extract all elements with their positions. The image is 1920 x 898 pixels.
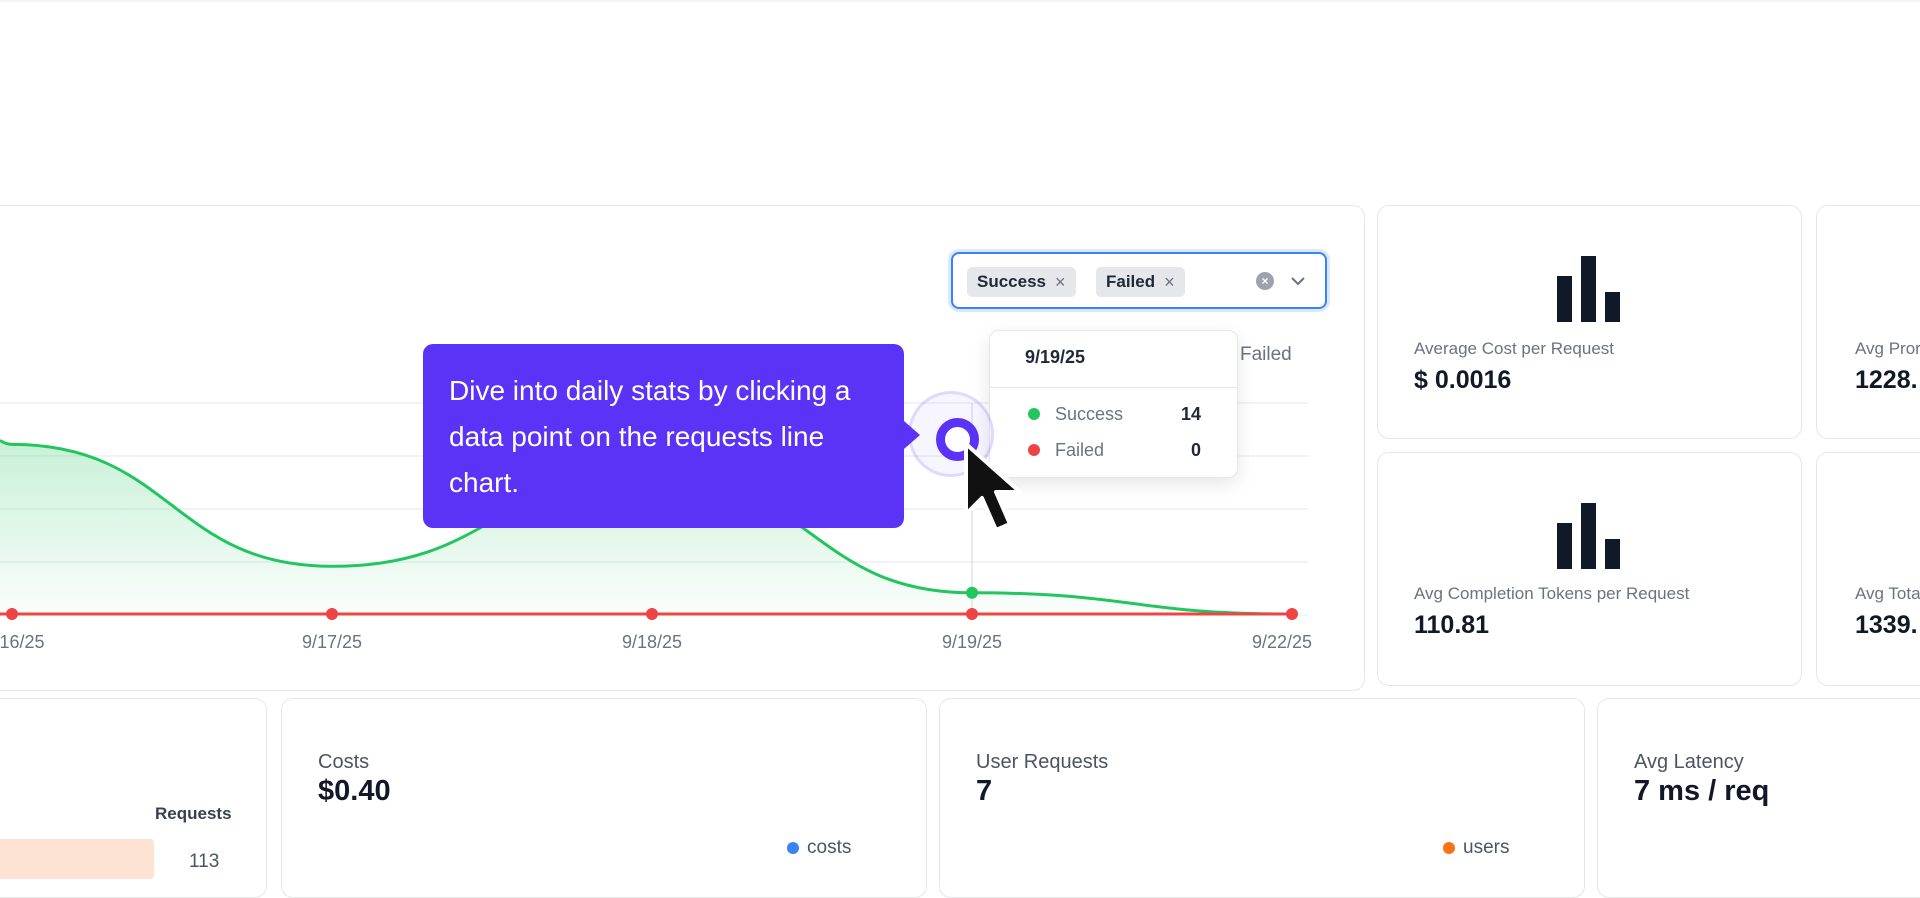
- top-divider: [0, 0, 1920, 2]
- bar-chart-icon: [1557, 256, 1620, 322]
- card-title: User Requests: [976, 751, 1109, 773]
- stat-value: 1339.: [1855, 611, 1918, 639]
- card-title: Costs: [318, 751, 370, 773]
- filter-chip-label: Success: [977, 272, 1046, 291]
- tooltip-row-success: Success 14: [1028, 402, 1201, 426]
- stat-value: 1228.: [1855, 366, 1918, 394]
- stat-label: Avg Completion Tokens per Request: [1414, 584, 1690, 603]
- stat-value: $ 0.0016: [1414, 366, 1512, 394]
- x-axis-tick-label: 9/17/25: [302, 632, 362, 652]
- card-value: 7: [976, 775, 993, 807]
- legend-label: costs: [807, 837, 852, 858]
- requests-bar: [0, 839, 154, 879]
- failed-data-point[interactable]: [646, 608, 658, 620]
- mouse-cursor-icon: [964, 442, 1022, 532]
- legend-dot-icon: [1443, 842, 1455, 854]
- failed-data-point[interactable]: [6, 608, 18, 620]
- costs-legend[interactable]: costs: [787, 837, 851, 859]
- tooltip-value: 14: [1180, 403, 1201, 424]
- stat-value: 110.81: [1414, 611, 1490, 639]
- filter-chip-label: Failed: [1106, 272, 1156, 291]
- stat-card-avg-total: Avg Tota 1339.: [1816, 452, 1920, 686]
- stat-label: Avg Tota: [1855, 584, 1920, 603]
- costs-card: Costs $0.40 costs: [281, 698, 927, 898]
- x-axis-tick-label: 16/25: [0, 632, 45, 652]
- tooltip-label: Failed: [1055, 439, 1105, 460]
- failed-data-point[interactable]: [1286, 608, 1298, 620]
- x-axis-tick-label: 9/22/25: [1252, 632, 1312, 652]
- legend-dot-icon: [787, 842, 799, 854]
- stat-label: Average Cost per Request: [1414, 339, 1615, 358]
- onboarding-callout: Dive into daily stats by clicking a data…: [423, 344, 904, 528]
- bar-chart-icon: [1557, 503, 1620, 569]
- stat-card-avg-prompt: Avg Pror 1228.: [1816, 205, 1920, 439]
- stat-card-avg-cost: Average Cost per Request $ 0.0016: [1377, 205, 1802, 439]
- tooltip-divider: [990, 387, 1237, 388]
- x-axis-tick-label: 9/18/25: [622, 632, 682, 652]
- remove-chip-icon[interactable]: ×: [1055, 273, 1066, 291]
- filter-chip-failed[interactable]: Failed ×: [1096, 267, 1185, 297]
- success-data-point[interactable]: [966, 586, 978, 599]
- stat-label: Avg Pror: [1855, 339, 1920, 358]
- legend-label: users: [1463, 837, 1510, 858]
- success-dot-icon: [1028, 408, 1040, 420]
- filter-chip-success[interactable]: Success ×: [967, 267, 1076, 297]
- clear-selection-icon[interactable]: ×: [1256, 272, 1274, 290]
- stat-card-avg-completion: Avg Completion Tokens per Request 110.81: [1377, 452, 1802, 686]
- tooltip-value: 0: [1190, 439, 1201, 460]
- card-title: Avg Latency: [1634, 751, 1744, 773]
- users-legend[interactable]: users: [1443, 837, 1509, 859]
- card-value: 7 ms / req: [1634, 775, 1770, 807]
- chevron-down-icon[interactable]: [1289, 272, 1307, 290]
- remove-chip-icon[interactable]: ×: [1164, 273, 1175, 291]
- x-axis-tick-label: 9/19/25: [942, 632, 1002, 652]
- user-requests-card: User Requests 7 users: [939, 698, 1585, 898]
- requests-column-header: Requests: [155, 804, 232, 823]
- avg-latency-card: Avg Latency 7 ms / req: [1597, 698, 1920, 898]
- tooltip-row-failed: Failed 0: [1028, 438, 1201, 462]
- legend-failed[interactable]: Failed: [1240, 344, 1292, 366]
- tooltip-label: Success: [1055, 403, 1124, 424]
- callout-text: Dive into daily stats by clicking a data…: [449, 375, 851, 498]
- card-value: $0.40: [318, 775, 391, 807]
- failed-data-point[interactable]: [966, 608, 978, 620]
- tooltip-date: 9/19/25: [1025, 347, 1086, 367]
- status-filter-select[interactable]: Success × Failed × ×: [951, 252, 1327, 309]
- failed-data-point[interactable]: [326, 608, 338, 620]
- requests-table-card: Requests 113: [0, 698, 267, 898]
